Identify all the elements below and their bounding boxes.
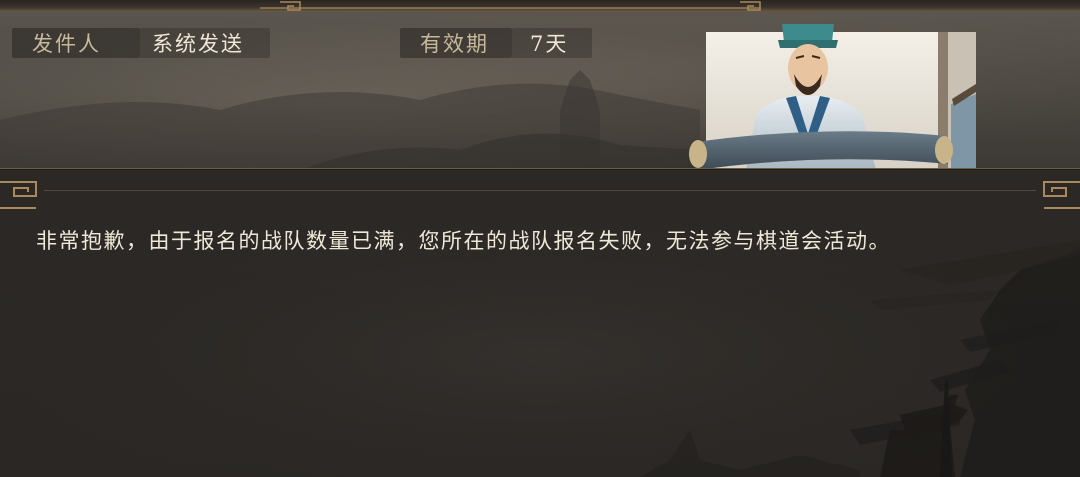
validity-value: 7天 [530, 32, 569, 56]
mail-detail-panel: 发件人 系统发送 有效期 7天 非常抱歉，由于报名的战队数量已满，您所在的战队报… [0, 0, 1080, 477]
gold-scroll-ornament-right-icon [1043, 181, 1080, 209]
mail-body-text: 非常抱歉，由于报名的战队数量已满，您所在的战队报名失败，无法参与棋道会活动。 [36, 229, 891, 253]
sender-value-box: 系统发送 [140, 28, 270, 58]
gold-scroll-ornament-left-icon [0, 181, 37, 209]
header-bottom-border [0, 168, 1080, 170]
mail-header: 发件人 系统发送 有效期 7天 [0, 0, 1080, 170]
validity-label: 有效期 [420, 32, 489, 56]
validity-value-box: 7天 [512, 28, 592, 58]
validity-label-box: 有效期 [400, 28, 512, 58]
sender-value: 系统发送 [152, 32, 244, 56]
section-divider [44, 190, 1036, 191]
sender-label-box: 发件人 [12, 28, 140, 58]
sender-label: 发件人 [32, 32, 101, 56]
strategist-portrait [689, 24, 976, 170]
